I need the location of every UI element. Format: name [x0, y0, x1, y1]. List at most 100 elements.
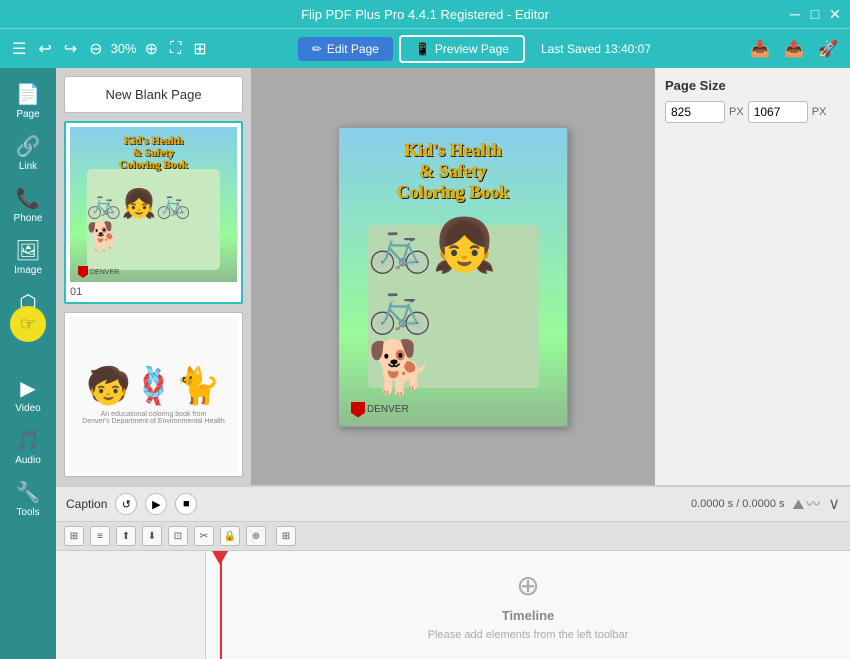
- pages-panel: New Blank Page Kid's Health& SafetyColor…: [56, 68, 251, 485]
- tl-btn-6[interactable]: ✂: [194, 526, 214, 546]
- timeline-content: ⊕ Timeline Please add elements from the …: [56, 551, 850, 659]
- titlebar-controls: ─ □ ✕: [788, 7, 842, 21]
- timeline-center-text: Timeline: [502, 608, 555, 623]
- phone-icon: 📞: [16, 186, 41, 211]
- small-cover-figure-2: 🧒🪢🐈: [86, 365, 220, 407]
- toolbar-right-icons: 📥 📤 🚀: [746, 35, 842, 63]
- fit-screen-icon[interactable]: ⛶: [166, 36, 185, 62]
- denver-text-1: DENVER: [90, 269, 119, 276]
- page-icon: 📄: [16, 82, 41, 107]
- edit-page-button[interactable]: ✏ Edit Page: [298, 37, 393, 61]
- timeline-left-panel: [56, 551, 206, 659]
- preview-icon: 📱: [415, 42, 430, 56]
- zoom-out-icon[interactable]: ⊖: [85, 35, 106, 63]
- sidebar-item-page[interactable]: 📄 Page: [3, 76, 53, 126]
- preview-page-button[interactable]: 📱 Preview Page: [399, 35, 525, 63]
- edit-page-label: Edit Page: [327, 42, 379, 56]
- right-panel: Page Size PX PX: [655, 68, 850, 485]
- timeline-center-icon: ⊕: [516, 569, 539, 602]
- page-size-title: Page Size: [665, 78, 840, 93]
- timeline-toolbar: ⊞ ≡ ⬆ ⬇ ⊡ ✂ 🔒 ⊕ ⊞: [56, 522, 850, 551]
- canvas-denver-shield: [351, 402, 365, 418]
- publish-icon[interactable]: 🚀: [814, 35, 842, 63]
- canvas-page: Kid's Health& SafetyColoring Book 🚲👧🚲🐕 D…: [338, 127, 568, 427]
- sidebar-label-page: Page: [16, 109, 39, 120]
- last-saved-label: Last Saved 13:40:07: [541, 42, 651, 56]
- redo-icon[interactable]: ↪: [60, 35, 81, 63]
- page-thumbnail-1[interactable]: Kid's Health& SafetyColoring Book 🚲👧🚲🐕 D…: [64, 121, 243, 304]
- app-title: Flip PDF Plus Pro 4.4.1 Registered - Edi…: [301, 7, 549, 22]
- tl-btn-4[interactable]: ⬇: [142, 526, 162, 546]
- sidebar-item-audio[interactable]: 🎵 Audio: [3, 422, 53, 472]
- mountain-icon: ⛰: [793, 496, 805, 513]
- tl-row-btn[interactable]: ⊞: [276, 526, 296, 546]
- image-icon: 🖼: [15, 238, 40, 263]
- sidebar-item-shape[interactable]: ⬡ Shape ☞: [3, 284, 53, 334]
- left-sidebar: 📄 Page 🔗 Link 📞 Phone 🖼 Image ⬡ Shape ☞ …: [0, 68, 56, 659]
- page-size-row: PX PX: [665, 101, 840, 123]
- width-unit: PX: [729, 106, 744, 118]
- maximize-button[interactable]: □: [808, 7, 822, 21]
- titlebar: Flip PDF Plus Pro 4.4.1 Registered - Edi…: [0, 0, 850, 28]
- play-button[interactable]: ▶: [145, 493, 167, 515]
- canvas-denver-text: DENVER: [367, 404, 409, 415]
- wave-icon: 〰: [806, 494, 820, 514]
- timeline-center-sub: Please add elements from the left toolba…: [428, 629, 629, 641]
- video-icon: ▶: [20, 376, 35, 401]
- sidebar-label-image: Image: [14, 265, 42, 276]
- tl-btn-3[interactable]: ⬆: [116, 526, 136, 546]
- import-icon[interactable]: 📥: [746, 35, 774, 63]
- minimize-button[interactable]: ─: [788, 7, 802, 21]
- sidebar-label-audio: Audio: [15, 455, 41, 466]
- shape-cursor-indicator: ☞: [10, 306, 46, 342]
- page-thumbnail-2[interactable]: 🧒🪢🐈 An educational coloring book fromDen…: [64, 312, 243, 477]
- timeline-right-panel: ⊕ Timeline Please add elements from the …: [206, 551, 850, 659]
- canvas-cover-image: 🚲👧🚲🐕: [368, 225, 539, 389]
- canvas-book-cover: Kid's Health& SafetyColoring Book 🚲👧🚲🐕 D…: [339, 128, 567, 426]
- content-area: New Blank Page Kid's Health& SafetyColor…: [56, 68, 850, 659]
- tl-btn-8[interactable]: ⊕: [246, 526, 266, 546]
- height-unit: PX: [812, 106, 827, 118]
- page-number-1: 01: [70, 286, 237, 298]
- bottom-timeline: Caption ↺ ▶ ■ 0.0000 s / 0.0000 s ⛰ 〰 ∨ …: [56, 485, 850, 659]
- sidebar-label-phone: Phone: [14, 213, 43, 224]
- timeline-icons: ⛰ 〰: [793, 494, 821, 514]
- export-icon[interactable]: 📤: [780, 35, 808, 63]
- sidebar-item-video[interactable]: ▶ Video: [3, 370, 53, 420]
- tools-icon: 🔧: [16, 480, 41, 505]
- menu-icon[interactable]: ☰: [8, 35, 30, 63]
- preview-page-label: Preview Page: [435, 42, 509, 56]
- time-display: 0.0000 s / 0.0000 s: [691, 498, 785, 510]
- audio-icon: 🎵: [16, 428, 41, 453]
- caption-label: Caption: [66, 497, 107, 511]
- sidebar-item-phone[interactable]: 📞 Phone: [3, 180, 53, 230]
- canvas-denver-logo: DENVER: [351, 402, 409, 418]
- sidebar-item-tools[interactable]: 🔧 Tools: [3, 474, 53, 524]
- grid-icon[interactable]: ⊞: [189, 35, 210, 63]
- tl-btn-2[interactable]: ≡: [90, 526, 110, 546]
- page-thumb-inner-2: 🧒🪢🐈 An educational coloring book fromDen…: [69, 317, 238, 472]
- main: 📄 Page 🔗 Link 📞 Phone 🖼 Image ⬡ Shape ☞ …: [0, 68, 850, 659]
- new-blank-page-button[interactable]: New Blank Page: [64, 76, 243, 113]
- stop-button[interactable]: ■: [175, 493, 197, 515]
- edit-page-icon: ✏: [312, 42, 322, 56]
- tl-btn-5[interactable]: ⊡: [168, 526, 188, 546]
- small-cover-text-2: An educational coloring book fromDenver'…: [82, 411, 225, 425]
- undo-icon[interactable]: ↩: [34, 35, 55, 63]
- tl-btn-7[interactable]: 🔒: [220, 526, 240, 546]
- zoom-in-icon[interactable]: ⊕: [141, 35, 162, 63]
- page-thumb-inner-1: Kid's Health& SafetyColoring Book 🚲👧🚲🐕 D…: [70, 127, 237, 282]
- close-button[interactable]: ✕: [828, 7, 842, 21]
- canvas-cover-title: Kid's Health& SafetyColoring Book: [350, 140, 555, 203]
- height-input[interactable]: [748, 101, 808, 123]
- sidebar-item-link[interactable]: 🔗 Link: [3, 128, 53, 178]
- sidebar-item-image[interactable]: 🖼 Image: [3, 232, 53, 282]
- timeline-collapse-button[interactable]: ∨: [828, 494, 840, 514]
- tl-btn-1[interactable]: ⊞: [64, 526, 84, 546]
- link-icon: 🔗: [16, 134, 41, 159]
- book-cover-image-1: 🚲👧🚲🐕: [87, 169, 221, 270]
- canvas-area: Kid's Health& SafetyColoring Book 🚲👧🚲🐕 D…: [251, 68, 655, 485]
- width-input[interactable]: [665, 101, 725, 123]
- top-content: New Blank Page Kid's Health& SafetyColor…: [56, 68, 850, 485]
- rewind-button[interactable]: ↺: [115, 493, 137, 515]
